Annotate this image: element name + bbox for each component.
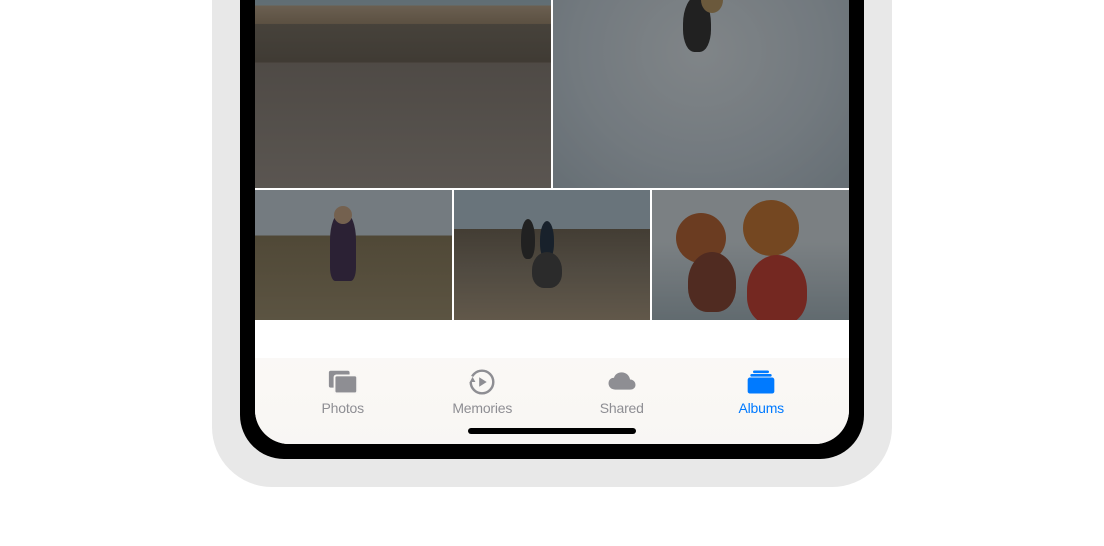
photo-thumbnail[interactable] xyxy=(255,190,452,320)
photo-row xyxy=(255,190,849,320)
tab-shared[interactable]: Shared xyxy=(572,368,672,416)
device-outer-bezel: Photos Memories xyxy=(212,0,892,487)
tab-label: Albums xyxy=(739,400,784,416)
device-frame: Photos Memories xyxy=(212,0,892,487)
photo-thumbnail[interactable] xyxy=(255,0,551,188)
tab-albums[interactable]: Albums xyxy=(711,368,811,416)
photos-icon xyxy=(327,368,359,396)
device-inner-bezel: Photos Memories xyxy=(240,0,864,459)
tab-photos[interactable]: Photos xyxy=(293,368,393,416)
shared-cloud-icon xyxy=(606,368,638,396)
tab-label: Shared xyxy=(600,400,644,416)
albums-icon xyxy=(745,368,777,396)
home-indicator[interactable] xyxy=(468,428,636,434)
photo-row xyxy=(255,0,849,188)
memories-icon xyxy=(466,368,498,396)
tab-label: Photos xyxy=(322,400,364,416)
photo-thumbnail[interactable] xyxy=(553,0,849,188)
tab-label: Memories xyxy=(452,400,512,416)
photo-thumbnail[interactable] xyxy=(652,190,849,320)
tab-memories[interactable]: Memories xyxy=(432,368,532,416)
screen: Photos Memories xyxy=(255,0,849,444)
photo-thumbnail[interactable] xyxy=(454,190,651,320)
photo-grid xyxy=(255,0,849,358)
